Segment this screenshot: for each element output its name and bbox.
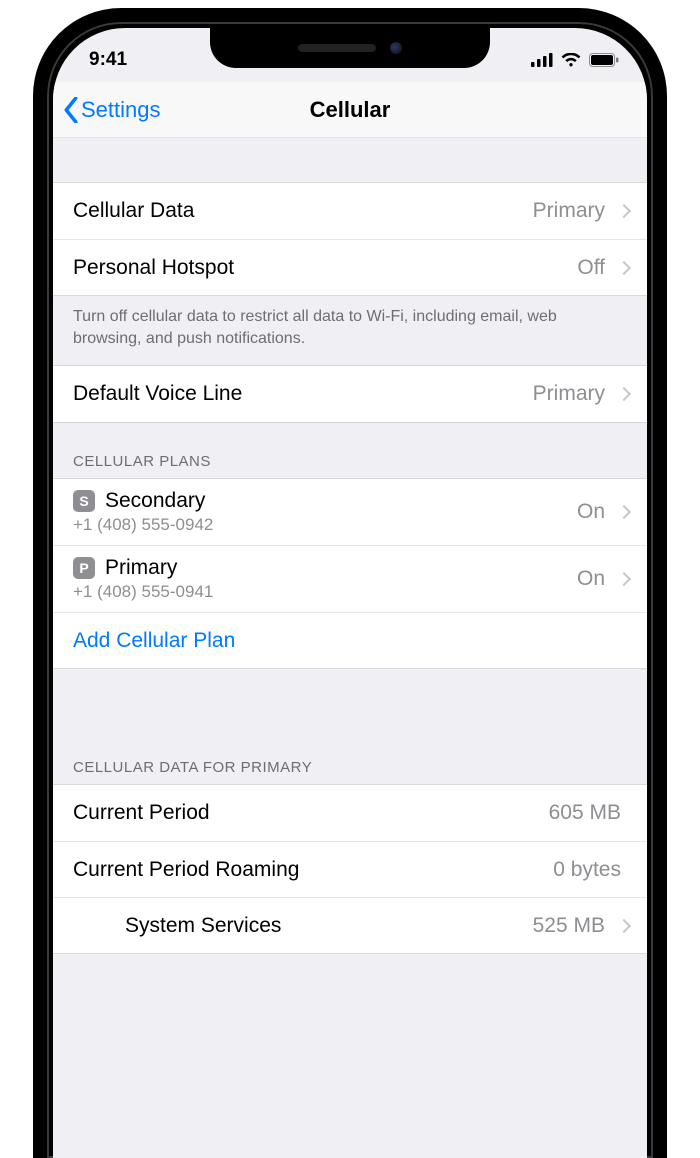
chevron-right-icon bbox=[617, 505, 631, 519]
cellular-footer-note: Turn off cellular data to restrict all d… bbox=[53, 296, 647, 365]
status-indicators bbox=[531, 53, 619, 67]
plan-number-primary: +1 (408) 555-0941 bbox=[73, 582, 577, 602]
personal-hotspot-label: Personal Hotspot bbox=[73, 256, 577, 280]
personal-hotspot-value: Off bbox=[577, 256, 605, 280]
add-plan-label: Add Cellular Plan bbox=[73, 629, 629, 653]
navigation-bar: Settings Cellular bbox=[53, 82, 647, 138]
earpiece-speaker bbox=[298, 44, 376, 52]
back-button[interactable]: Settings bbox=[63, 97, 161, 123]
volume-up-button bbox=[33, 254, 35, 324]
row-system-services[interactable]: System Services 525 MB bbox=[53, 897, 647, 953]
group-default-voice: Default Voice Line Primary bbox=[53, 365, 647, 423]
plan-badge-secondary: S bbox=[73, 490, 95, 512]
row-cellular-data[interactable]: Cellular Data Primary bbox=[53, 183, 647, 239]
plan-name-secondary: Secondary bbox=[105, 489, 205, 513]
row-plan-primary[interactable]: P Primary +1 (408) 555-0941 On bbox=[53, 545, 647, 612]
back-label: Settings bbox=[81, 97, 161, 123]
group-cellular: Cellular Data Primary Personal Hotspot O… bbox=[53, 182, 647, 296]
group-cellular-plans: S Secondary +1 (408) 555-0942 On P Prima… bbox=[53, 478, 647, 669]
mute-switch bbox=[33, 192, 35, 230]
chevron-right-icon bbox=[617, 387, 631, 401]
system-services-value: 525 MB bbox=[533, 914, 605, 938]
phone-frame: 9:41 bbox=[33, 8, 667, 1158]
roaming-value: 0 bytes bbox=[553, 858, 621, 882]
battery-icon bbox=[589, 53, 619, 67]
header-cellular-data-usage: CELLULAR DATA FOR PRIMARY bbox=[53, 669, 647, 784]
row-add-cellular-plan[interactable]: Add Cellular Plan bbox=[53, 612, 647, 668]
chevron-left-icon bbox=[63, 97, 79, 123]
row-default-voice-line[interactable]: Default Voice Line Primary bbox=[53, 366, 647, 422]
cellular-data-value: Primary bbox=[533, 199, 605, 223]
cellular-data-label: Cellular Data bbox=[73, 199, 533, 223]
status-time: 9:41 bbox=[89, 49, 127, 71]
cellular-signal-icon bbox=[531, 53, 553, 67]
default-voice-value: Primary bbox=[533, 382, 605, 406]
notch bbox=[210, 28, 490, 68]
plan-status-primary: On bbox=[577, 567, 605, 591]
roaming-label: Current Period Roaming bbox=[73, 858, 553, 882]
default-voice-label: Default Voice Line bbox=[73, 382, 533, 406]
front-camera bbox=[390, 42, 402, 54]
volume-down-button bbox=[33, 338, 35, 408]
row-plan-secondary[interactable]: S Secondary +1 (408) 555-0942 On bbox=[53, 479, 647, 545]
row-current-period: Current Period 605 MB bbox=[53, 785, 647, 841]
current-period-label: Current Period bbox=[73, 801, 549, 825]
header-cellular-plans: CELLULAR PLANS bbox=[53, 423, 647, 478]
wifi-icon bbox=[561, 53, 581, 67]
chevron-right-icon bbox=[617, 919, 631, 933]
plan-name-primary: Primary bbox=[105, 556, 177, 580]
group-usage: Current Period 605 MB Current Period Roa… bbox=[53, 784, 647, 954]
plan-status-secondary: On bbox=[577, 500, 605, 524]
system-services-label: System Services bbox=[125, 914, 533, 938]
row-personal-hotspot[interactable]: Personal Hotspot Off bbox=[53, 239, 647, 295]
plan-number-secondary: +1 (408) 555-0942 bbox=[73, 515, 577, 535]
chevron-right-icon bbox=[617, 204, 631, 218]
current-period-value: 605 MB bbox=[549, 801, 621, 825]
screen: 9:41 bbox=[53, 28, 647, 1158]
chevron-right-icon bbox=[617, 572, 631, 586]
chevron-right-icon bbox=[617, 260, 631, 274]
power-button bbox=[665, 262, 667, 372]
plan-badge-primary: P bbox=[73, 557, 95, 579]
row-current-period-roaming: Current Period Roaming 0 bytes bbox=[53, 841, 647, 897]
